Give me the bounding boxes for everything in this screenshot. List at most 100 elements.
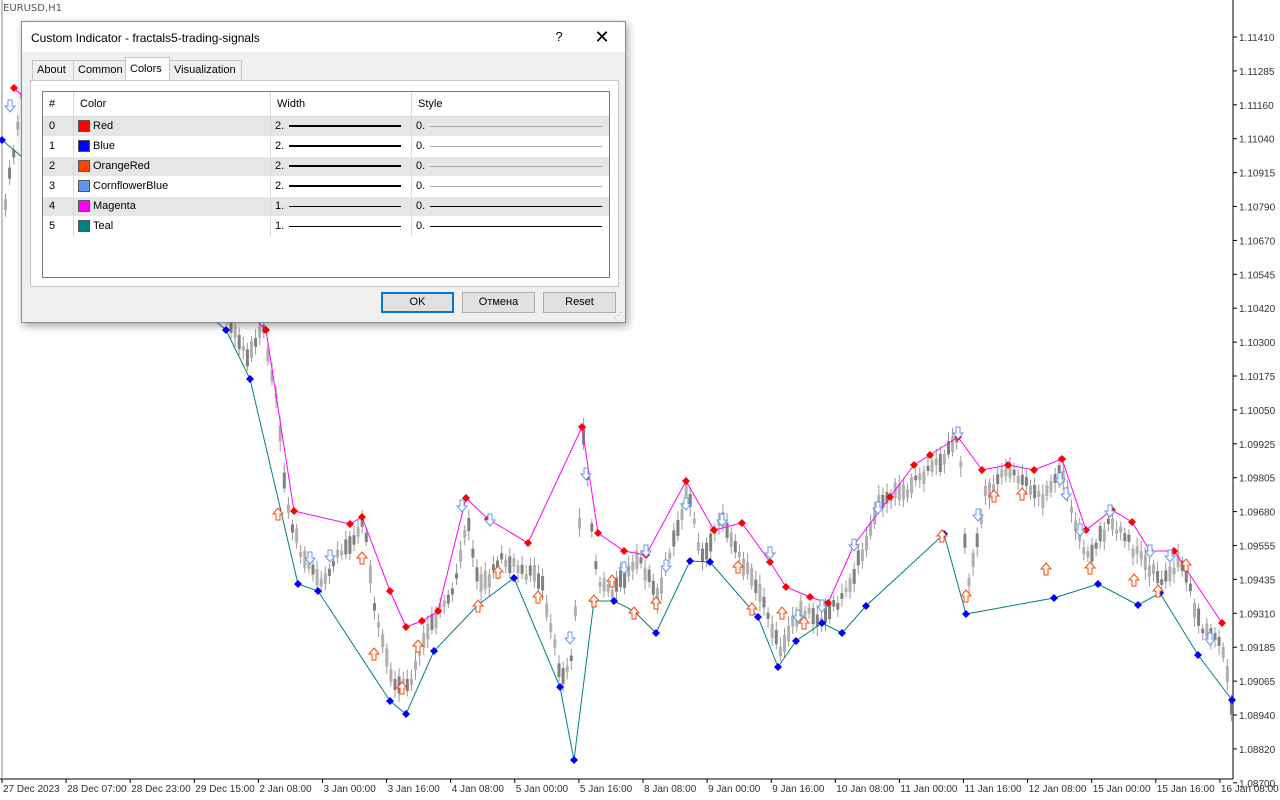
color-cell[interactable]: Teal [74, 217, 271, 236]
tab-visualization[interactable]: Visualization [169, 60, 242, 80]
down-fractal-marker [1134, 601, 1142, 609]
style-value: 0. [416, 160, 426, 172]
time-label: 27 Dec 2023 [3, 784, 60, 795]
width-cell[interactable]: 2. [271, 177, 412, 196]
cancel-button[interactable]: Отмена [462, 292, 535, 313]
time-label: 15 Jan 16:00 [1157, 784, 1215, 795]
style-value: 0. [416, 200, 426, 212]
color-name: Magenta [93, 200, 136, 212]
down-fractal-marker [962, 610, 970, 618]
style-value: 0. [416, 120, 426, 132]
table-row[interactable]: 3 CornflowerBlue 2. 0. [43, 177, 609, 197]
up-fractal-marker [358, 513, 366, 521]
candle-body [537, 573, 540, 589]
candle-body [1082, 547, 1086, 555]
candle-body [1160, 579, 1164, 585]
candle-body [344, 539, 348, 555]
price-label: 1.11285 [1239, 67, 1275, 78]
style-cell[interactable]: 0. [412, 117, 609, 136]
reset-button[interactable]: Reset [543, 292, 616, 313]
buy-arrow-icon [731, 560, 745, 574]
candle-body [389, 669, 393, 682]
color-cell[interactable]: OrangeRed [74, 157, 271, 176]
style-line [430, 226, 602, 227]
candle-body [770, 624, 774, 639]
candle-body [373, 603, 376, 611]
resize-grip-icon[interactable]: ⋰ [614, 311, 624, 321]
candle-body [746, 562, 750, 575]
width-cell[interactable]: 2. [271, 157, 412, 176]
candle-body [906, 489, 909, 498]
colors-panel: # Color Width Style 0 Red 2. 0. 1 Blue 2. 0. 2 Or… [30, 80, 619, 287]
style-cell[interactable]: 0. [412, 157, 609, 176]
candle-body [1074, 520, 1078, 531]
candle-body [1197, 608, 1201, 626]
time-label: 15 Jan 00:00 [1093, 784, 1151, 795]
column-header-index[interactable]: # [43, 92, 74, 116]
color-cell[interactable]: CornflowerBlue [74, 177, 271, 196]
candle-body [844, 587, 848, 592]
table-row[interactable]: 2 OrangeRed 2. 0. [43, 157, 609, 177]
candle-body [983, 485, 987, 497]
down-fractal-marker [294, 580, 302, 588]
width-value: 2. [275, 140, 285, 152]
candle-body [639, 557, 643, 564]
up-fractal-marker [386, 587, 394, 595]
width-line [289, 226, 401, 227]
color-name: OrangeRed [93, 160, 150, 172]
color-cell[interactable]: Red [74, 117, 271, 136]
width-cell[interactable]: 2. [271, 137, 412, 156]
candle-body [1045, 485, 1049, 496]
help-icon[interactable]: ? [547, 26, 571, 48]
candle-body [393, 678, 397, 690]
candle-body [237, 334, 241, 350]
column-header-width[interactable]: Width [271, 92, 412, 116]
candle-body [1131, 548, 1135, 558]
sell-arrow-icon [3, 99, 17, 113]
time-label: 12 Jan 08:00 [1029, 784, 1087, 795]
tab-common[interactable]: Common [73, 60, 127, 80]
sell-arrow-icon [1103, 504, 1117, 518]
candle-body [508, 556, 512, 574]
candle-body [405, 678, 409, 692]
ok-button[interactable]: OK [381, 292, 454, 313]
buy-arrow-icon [367, 647, 381, 661]
down-fractal-marker [1094, 580, 1102, 588]
column-header-color[interactable]: Color [74, 92, 271, 116]
width-line [289, 185, 401, 187]
dialog-title-bar[interactable]: Custom Indicator - fractals5-trading-sig… [22, 22, 625, 52]
candle-body [701, 548, 704, 562]
candle-body [975, 533, 979, 548]
width-cell[interactable]: 1. [271, 197, 412, 216]
column-header-style[interactable]: Style [412, 92, 609, 116]
tab-about[interactable]: About [32, 60, 74, 80]
close-icon[interactable]: ✕ [588, 26, 616, 48]
candle-body [8, 167, 12, 179]
up-fractal-marker [620, 547, 628, 555]
candle-body [1156, 571, 1160, 584]
table-row[interactable]: 5 Teal 1. 0. [43, 217, 609, 237]
style-cell[interactable]: 0. [412, 177, 609, 196]
style-cell[interactable]: 0. [412, 197, 609, 216]
color-swatch [78, 200, 90, 212]
table-row[interactable]: 1 Blue 2. 0. [43, 137, 609, 157]
table-row[interactable]: 0 Red 2. 0. [43, 117, 609, 137]
table-row[interactable]: 4 Magenta 1. 0. [43, 197, 609, 217]
up-fractal-marker [806, 593, 814, 601]
color-cell[interactable]: Blue [74, 137, 271, 156]
color-cell[interactable]: Magenta [74, 197, 271, 216]
candle-body [1016, 476, 1020, 484]
price-label: 1.10300 [1239, 338, 1276, 349]
candle-body [930, 460, 934, 473]
width-cell[interactable]: 1. [271, 217, 412, 236]
price-label: 1.08820 [1239, 745, 1276, 756]
candle-body [934, 458, 938, 466]
price-label: 1.09680 [1239, 508, 1276, 519]
candle-body [569, 655, 573, 661]
style-cell[interactable]: 0. [412, 137, 609, 156]
candle-body [549, 622, 553, 632]
up-fractal-marker [290, 507, 298, 515]
width-cell[interactable]: 2. [271, 117, 412, 136]
style-cell[interactable]: 0. [412, 217, 609, 236]
tab-colors[interactable]: Colors [125, 57, 170, 80]
